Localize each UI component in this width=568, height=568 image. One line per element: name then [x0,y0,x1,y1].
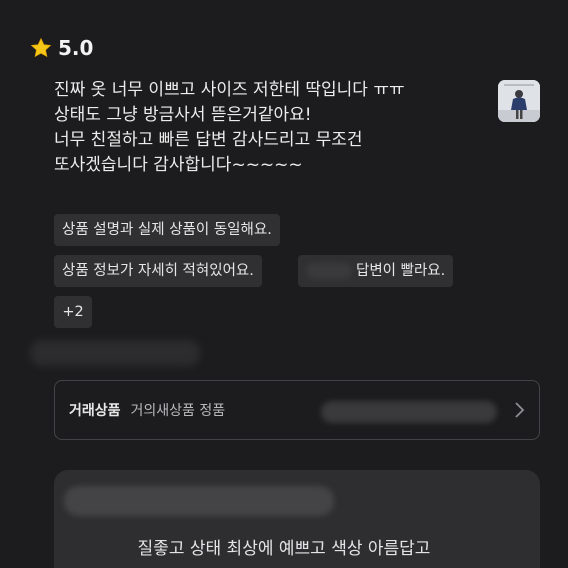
chevron-right-icon [515,402,525,418]
review-line: 진짜 옷 너무 이쁘고 사이즈 저한테 딱입니다 ㅠㅠ [54,80,405,100]
redacted-block [306,263,352,279]
review-line: 너무 친절하고 빠른 답변 감사드리고 무조건 [54,130,363,150]
review-tag: 답변이 빨라요. [298,255,454,287]
review-text: 진짜 옷 너무 이쁘고 사이즈 저한테 딱입니다 ㅠㅠ 상태도 그냥 방금사서 … [54,78,474,178]
redacted-author [64,486,334,516]
review-line: 상태도 그냥 방금사서 뜯은거같아요! [54,105,312,125]
traded-product-row[interactable]: 거래상품 거의새상품 정품 [54,380,540,440]
product-label: 거래상품 [69,403,121,419]
review-tag-text: 답변이 빨라요. [356,263,446,279]
review-photo [498,80,540,122]
review-tag: 상품 정보가 자세히 적혀있어요. [54,255,262,287]
star-icon [30,37,52,58]
more-tags-button[interactable]: +2 [54,296,92,328]
review-photo-thumbnail[interactable] [498,80,540,122]
rating: 5.0 [30,36,93,60]
product-value: 거의새상품 정품 [130,403,226,419]
redacted-text [30,340,200,366]
redacted-product-name [321,401,497,423]
rating-value: 5.0 [58,36,94,60]
review-tag: 상품 설명과 실제 상품이 동일해요. [54,214,280,246]
reply-text: 질좋고 상태 최상에 예쁘고 색상 아름답고 [137,539,431,559]
review-line: 또사겠습니다 감사합니다~~~~~ [54,155,303,175]
